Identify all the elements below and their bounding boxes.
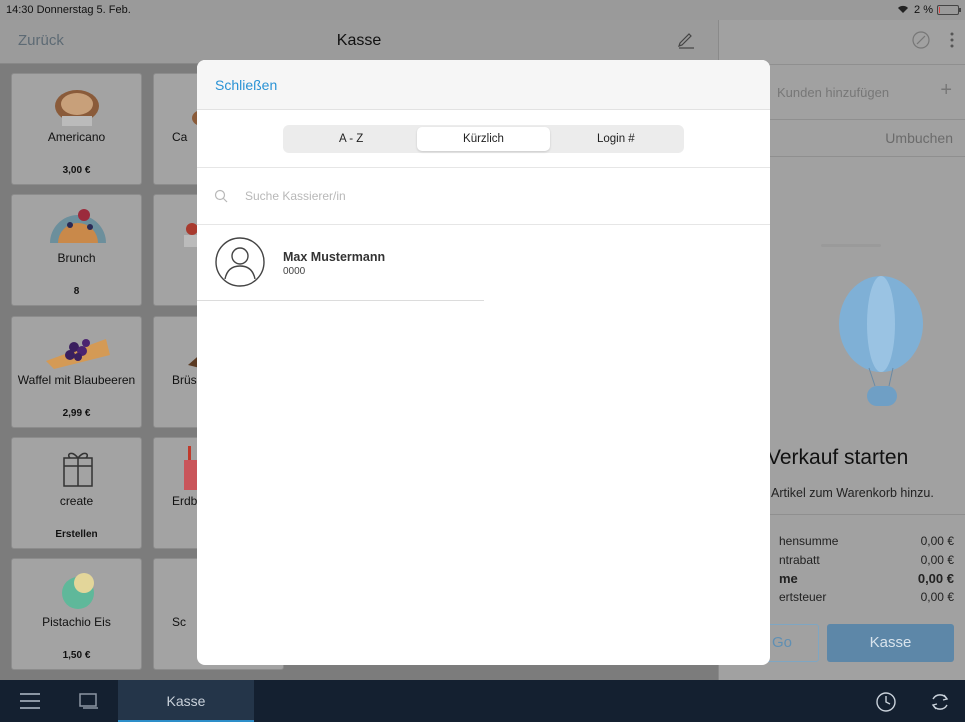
battery-level [939, 7, 940, 13]
modal-header: Schließen [197, 60, 770, 110]
waffle-icon [40, 203, 115, 247]
clock-icon[interactable] [875, 691, 897, 718]
sync-icon[interactable] [929, 691, 951, 718]
tab-kasse[interactable]: Kasse [118, 680, 254, 722]
battery-icon [937, 5, 961, 15]
discount-icon[interactable] [911, 30, 931, 55]
cashier-id: 0000 [283, 266, 306, 277]
balloon-icon [819, 240, 959, 445]
checkout-button[interactable]: Kasse [827, 624, 954, 662]
add-customer-label: Kunden hinzufügen [777, 85, 890, 100]
segment-bar: A - Z Kürzlich Login # [197, 110, 770, 168]
wifi-icon [896, 4, 910, 17]
cashier-select-modal: Schließen A - Z Kürzlich Login # Max Mus… [197, 60, 770, 665]
search-bar [197, 168, 770, 225]
cashier-name: Max Mustermann [283, 250, 386, 264]
bottom-tab-bar: Kasse [0, 680, 965, 722]
product-tile[interactable]: Americano 3,00 € [11, 73, 142, 185]
battery-percent: 2 % [914, 4, 933, 16]
nav-bar: Zurück Kasse [0, 20, 718, 64]
more-icon[interactable] [949, 30, 955, 55]
close-button[interactable]: Schließen [215, 77, 277, 93]
status-bar: 14:30 Donnerstag 5. Feb. 2 % [0, 0, 965, 20]
cashier-list-item[interactable]: Max Mustermann 0000 [197, 225, 484, 301]
rebook-button[interactable]: Umbuchen [885, 130, 953, 146]
search-icon [214, 189, 228, 208]
plus-icon[interactable]: + [940, 79, 952, 102]
start-sale-hint: Artikel zum Warenkorb hinzu. [771, 486, 934, 500]
cart-panel-icons [911, 30, 955, 55]
product-tile[interactable]: Brunch 8 [11, 194, 142, 306]
ice-cream-icon [40, 567, 115, 611]
coffee-cup-icon [40, 82, 115, 126]
product-tile[interactable]: Pistachio Eis 1,50 € [11, 558, 142, 670]
product-tile[interactable]: Waffel mit Blaubeeren 2,99 € [11, 316, 142, 428]
segment-a-z[interactable]: A - Z [285, 127, 417, 151]
waffle-blueberry-icon [40, 325, 115, 369]
screen-icon[interactable] [60, 680, 118, 722]
sort-segmented-control: A - Z Kürzlich Login # [283, 125, 684, 153]
segment-login-number[interactable]: Login # [550, 127, 682, 151]
status-time: 14:30 Donnerstag 5. Feb. [6, 4, 131, 16]
product-tile[interactable]: create Erstellen [11, 437, 142, 549]
start-sale-title: Verkauf starten [767, 446, 909, 469]
pencil-icon[interactable] [676, 29, 696, 54]
avatar-icon [215, 237, 265, 292]
page-title: Kasse [336, 32, 382, 49]
segment-recent[interactable]: Kürzlich [417, 127, 550, 151]
gift-icon [40, 446, 115, 490]
hamburger-menu-icon[interactable] [20, 693, 40, 714]
status-right: 2 % [896, 4, 961, 17]
search-input[interactable] [245, 186, 745, 206]
